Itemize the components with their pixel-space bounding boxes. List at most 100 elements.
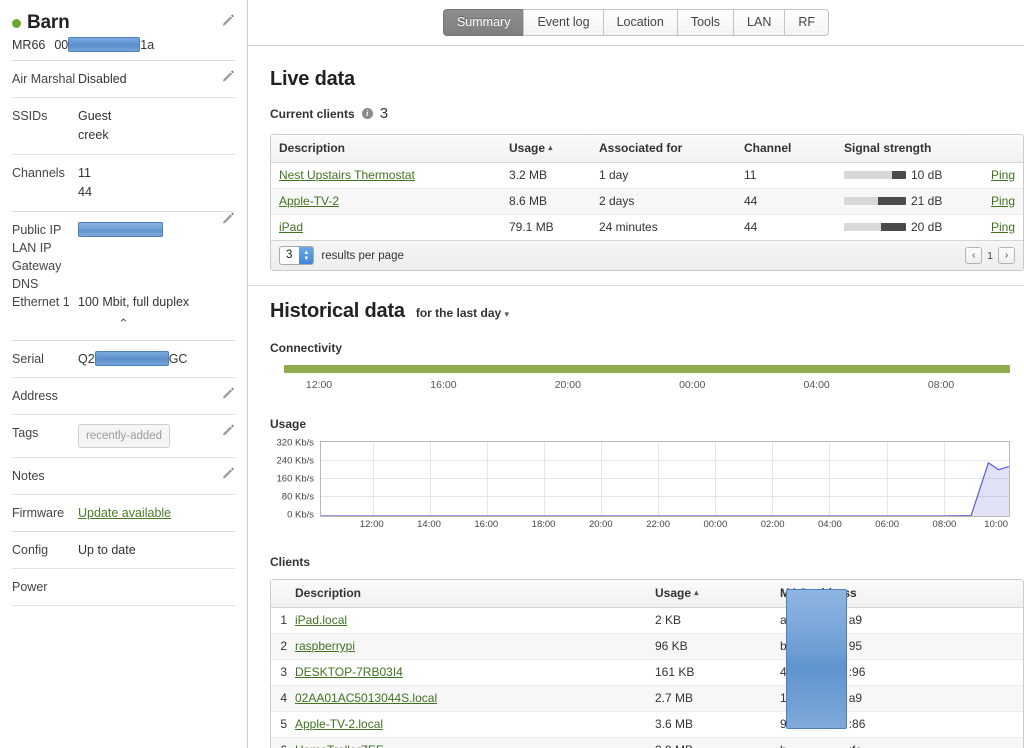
- sidebar-label-gateway: Gateway: [12, 259, 62, 273]
- col-usage[interactable]: Usage ▴: [501, 135, 591, 163]
- col-associated-for[interactable]: Associated for: [591, 135, 736, 163]
- tab-event-log[interactable]: Event log: [523, 9, 603, 36]
- signal-strength-meter: 10 dB: [844, 168, 942, 182]
- current-clients-row: Current clients i 3: [270, 105, 1024, 122]
- col-description[interactable]: Description: [287, 580, 647, 608]
- live-clients-table: Description Usage ▴ Associated for Chann…: [271, 135, 1023, 240]
- sidebar-label-air-marshal: Air Marshal: [12, 72, 76, 86]
- cell-usage: 3.6 MB: [647, 711, 772, 738]
- table-row: 2 raspberrypi 96 KB b 95: [271, 633, 1023, 660]
- current-clients-label: Current clients: [270, 106, 355, 121]
- x-tick-label: 12:00: [305, 379, 333, 391]
- next-page-button[interactable]: ›: [998, 247, 1015, 264]
- col-channel[interactable]: Channel: [736, 135, 836, 163]
- sidebar-label-dns: DNS: [12, 277, 39, 291]
- signal-db-label: 10 dB: [911, 168, 943, 182]
- cell-channel: 44: [744, 220, 758, 234]
- device-title-row: Barn: [12, 12, 235, 34]
- summary-content: Live data Current clients i 3 Descriptio…: [248, 46, 1024, 748]
- client-link[interactable]: Apple-TV-2.local: [295, 717, 383, 731]
- sidebar-value-ssids: Guest creek: [78, 107, 235, 145]
- edit-pencil-icon-notes[interactable]: [221, 467, 235, 481]
- client-link[interactable]: 02AA01AC5013044S.local: [295, 691, 437, 705]
- tab-tools[interactable]: Tools: [676, 9, 734, 36]
- device-model: MR66: [12, 37, 46, 52]
- usage-plot-area: [320, 441, 1010, 517]
- tag-chip[interactable]: recently-added: [78, 424, 171, 448]
- results-per-page-select[interactable]: 3 ▲ ▼: [279, 246, 315, 265]
- sidebar-row-public-ip: Public IP: [12, 212, 235, 239]
- connectivity-chart-block: Connectivity 12:00 16:00 20:00 00:00 04:…: [270, 341, 1024, 401]
- client-link[interactable]: iPad: [279, 220, 303, 234]
- col-signal-strength[interactable]: Signal strength: [836, 135, 963, 163]
- redaction-mac-column: [786, 589, 847, 729]
- pagination: ‹ 1 ›: [965, 247, 1015, 264]
- sidebar-label-firmware: Firmware: [12, 506, 65, 520]
- live-data-title: Live data: [270, 68, 355, 90]
- firmware-update-link[interactable]: Update available: [78, 506, 171, 520]
- tab-rf[interactable]: RF: [784, 9, 830, 36]
- y-tick-label: 160 Kb/s: [276, 473, 315, 485]
- client-link[interactable]: HomeTrollerZEE: [295, 743, 384, 748]
- client-link[interactable]: iPad.local: [295, 613, 347, 627]
- cell-index: 6: [271, 737, 287, 748]
- edit-pencil-icon-tags[interactable]: [221, 424, 235, 438]
- device-mac-prefix: 00: [54, 38, 69, 52]
- col-usage[interactable]: Usage ▴: [647, 580, 772, 608]
- table-row: 6 HomeTrollerZEE 3.9 MB b:fc: [271, 737, 1023, 748]
- y-tick-label: 320 Kb/s: [276, 437, 315, 449]
- collapse-chevron-up-icon[interactable]: ⌃: [12, 311, 235, 338]
- tab-summary[interactable]: Summary: [442, 9, 524, 36]
- client-link[interactable]: Nest Upstairs Thermostat: [279, 168, 415, 182]
- sidebar-label-lan-ip: LAN IP: [12, 241, 52, 255]
- signal-bar-track: [844, 223, 906, 231]
- usage-chart-block: Usage 320 Kb/s 240 Kb/s 160 Kb/s 80 Kb/s…: [270, 417, 1024, 533]
- ping-link[interactable]: Ping: [991, 168, 1015, 182]
- col-description[interactable]: Description: [271, 135, 501, 163]
- serial-prefix: Q2: [78, 352, 95, 366]
- x-tick-label: 16:00: [430, 379, 457, 391]
- client-link[interactable]: Apple-TV-2: [279, 194, 339, 208]
- time-range-selector[interactable]: for the last day ▾: [416, 306, 509, 320]
- sidebar-label-address: Address: [12, 389, 58, 403]
- tab-lan[interactable]: LAN: [733, 9, 785, 36]
- signal-strength-meter: 21 dB: [844, 194, 942, 208]
- ping-link[interactable]: Ping: [991, 220, 1015, 234]
- historical-data-title: Historical data: [270, 300, 405, 322]
- table-row: 5 Apple-TV-2.local 3.6 MB 9:86: [271, 711, 1023, 738]
- edit-pencil-icon-public-ip[interactable]: [221, 212, 235, 226]
- x-tick-label: 02:00: [760, 519, 785, 530]
- tab-bar: Summary Event log Location Tools LAN RF: [248, 0, 1024, 46]
- tab-location[interactable]: Location: [602, 9, 677, 36]
- info-icon[interactable]: i: [361, 108, 373, 119]
- signal-db-label: 21 dB: [911, 194, 943, 208]
- client-link[interactable]: raspberrypi: [295, 639, 355, 653]
- edit-pencil-icon-address[interactable]: [221, 387, 235, 401]
- ping-link[interactable]: Ping: [991, 194, 1015, 208]
- edit-pencil-icon-air-marshal[interactable]: [221, 70, 235, 84]
- usage-series-svg: [321, 442, 1009, 516]
- prev-page-button[interactable]: ‹: [965, 247, 983, 264]
- client-link[interactable]: DESKTOP-7RB03I4: [295, 665, 403, 679]
- edit-pencil-icon-device[interactable]: [221, 14, 235, 28]
- cell-usage: 3.9 MB: [647, 737, 772, 748]
- sort-arrow-icon: ▴: [694, 588, 699, 597]
- sidebar-label-public-ip: Public IP: [12, 223, 62, 237]
- cell-usage: 96 KB: [647, 633, 772, 660]
- table-row: iPad 79.1 MB 24 minutes 44 20 dB Ping: [271, 215, 1023, 241]
- sidebar-label-ethernet: Ethernet 1: [12, 295, 70, 309]
- y-tick-label: 240 Kb/s: [276, 455, 315, 467]
- clients-table: Description Usage ▴ MAC address 1 iPad.l…: [271, 580, 1023, 748]
- live-data-section: Live data Current clients i 3 Descriptio…: [248, 68, 1024, 271]
- x-tick-label: 06:00: [875, 519, 900, 530]
- current-clients-count: 3: [379, 105, 389, 122]
- connectivity-chart-title: Connectivity: [270, 341, 343, 355]
- sidebar-value-air-marshal: Disabled: [78, 72, 127, 86]
- col-actions: [963, 135, 1023, 163]
- signal-strength-meter: 20 dB: [844, 220, 942, 234]
- x-tick-label: 08:00: [927, 379, 955, 391]
- cell-index: 2: [271, 633, 287, 660]
- cell-associated-for: 24 minutes: [599, 220, 658, 234]
- sidebar-value-gateway: [78, 257, 235, 275]
- tabs: Summary Event log Location Tools LAN RF: [442, 9, 830, 36]
